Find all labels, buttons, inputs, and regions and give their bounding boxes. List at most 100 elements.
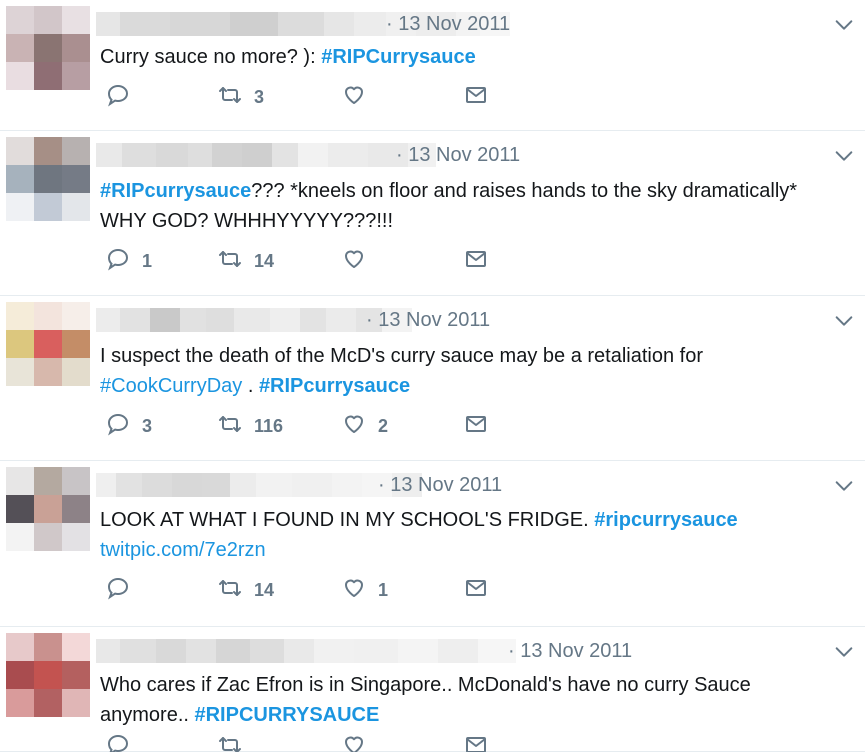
direct-message-button[interactable]: [464, 246, 488, 276]
like-button[interactable]: 2: [342, 411, 388, 441]
reply-button[interactable]: 3: [106, 411, 152, 441]
tweet[interactable]: · 13 Nov 2011 Who cares if Zac Efron is i…: [0, 627, 865, 752]
tweet-text: #RIPcurrysauce??? *kneels on floor and r…: [100, 176, 797, 236]
retweets-count: 3: [254, 86, 265, 107]
reply-icon: [106, 83, 130, 112]
hashtag-link[interactable]: #CookCurryDay: [100, 375, 242, 397]
avatar[interactable]: [6, 633, 90, 717]
reply-icon: [106, 576, 130, 605]
envelope-icon: [464, 247, 488, 276]
tweet-text-line: I suspect the death of the McD's curry s…: [100, 341, 703, 371]
replies-count: 3: [142, 415, 153, 436]
tweet-text: I suspect the death of the McD's curry s…: [100, 341, 703, 401]
tweet-date[interactable]: · 13 Nov 2011: [378, 473, 502, 497]
reply-button[interactable]: [106, 82, 142, 112]
direct-message-button[interactable]: [464, 575, 488, 605]
hashtag-link[interactable]: #RIPcurrysauce: [100, 180, 251, 202]
like-button[interactable]: [342, 732, 378, 752]
hashtag-link[interactable]: #RIPCurrysauce: [321, 46, 476, 68]
retweet-button[interactable]: 116: [218, 411, 283, 441]
direct-message-button[interactable]: [464, 411, 488, 441]
reply-button[interactable]: [106, 732, 142, 752]
reply-button[interactable]: 1: [106, 246, 152, 276]
tweet-date[interactable]: · 13 Nov 2011: [386, 12, 510, 36]
tweet-actions: 3 116 2: [100, 411, 520, 441]
tweet-text-line: #RIPcurrysauce??? *kneels on floor and r…: [100, 176, 797, 206]
tweet-text-line: Who cares if Zac Efron is in Singapore..…: [100, 670, 751, 700]
tweet-text-segment: ??? *kneels on floor and raises hands to…: [251, 180, 798, 202]
reply-button[interactable]: [106, 575, 142, 605]
direct-message-button[interactable]: [464, 82, 488, 112]
tweet-text-line: twitpic.com/7e2rzn: [100, 535, 738, 565]
tweet-date[interactable]: · 13 Nov 2011: [396, 143, 520, 167]
heart-icon: [342, 576, 366, 605]
replies-count: 1: [142, 250, 153, 271]
tweet[interactable]: · 13 Nov 2011 Curry sauce no more? ): #RI…: [0, 0, 865, 131]
like-button[interactable]: [342, 82, 378, 112]
tweet-actions: 1 14: [100, 246, 520, 276]
retweet-icon: [218, 247, 242, 276]
tweet[interactable]: · 13 Nov 2011 LOOK AT WHAT I FOUND IN MY …: [0, 461, 865, 627]
retweet-button[interactable]: [218, 732, 254, 752]
retweet-button[interactable]: 14: [218, 246, 274, 276]
chevron-down-icon[interactable]: [833, 145, 855, 167]
tweet-actions: 3: [100, 82, 520, 112]
chevron-down-icon[interactable]: [833, 310, 855, 332]
tweet[interactable]: · 13 Nov 2011 #RIPcurrysauce??? *kneels o…: [0, 131, 865, 296]
tweet-text-line: LOOK AT WHAT I FOUND IN MY SCHOOL'S FRID…: [100, 505, 738, 535]
chevron-down-icon[interactable]: [833, 475, 855, 497]
reply-icon: [106, 412, 130, 441]
tweet-text-line: anymore.. #RIPCURRYSAUCE: [100, 700, 751, 730]
user-name-blurred[interactable]: [96, 637, 516, 665]
tweet-text-segment: Who cares if Zac Efron is in Singapore..…: [100, 674, 751, 696]
heart-icon: [342, 247, 366, 276]
retweets-count: 14: [254, 250, 275, 271]
tweet-text: LOOK AT WHAT I FOUND IN MY SCHOOL'S FRID…: [100, 505, 738, 565]
user-name-blurred[interactable]: [96, 306, 412, 334]
heart-icon: [342, 412, 366, 441]
tweet-text-line: #CookCurryDay . #RIPcurrysauce: [100, 371, 703, 401]
retweet-button[interactable]: 3: [218, 82, 264, 112]
tweet-text-line: WHY GOD? WHHHYYYYY???!!!: [100, 206, 797, 236]
retweet-button[interactable]: 14: [218, 575, 274, 605]
tweet-text-segment: LOOK AT WHAT I FOUND IN MY SCHOOL'S FRID…: [100, 509, 595, 531]
heart-icon: [342, 733, 366, 752]
avatar[interactable]: [6, 137, 90, 221]
hashtag-link[interactable]: #ripcurrysauce: [594, 509, 737, 531]
tweet-date[interactable]: · 13 Nov 2011: [366, 308, 490, 332]
like-button[interactable]: [342, 246, 378, 276]
like-button[interactable]: 1: [342, 575, 388, 605]
retweet-icon: [218, 576, 242, 605]
avatar[interactable]: [6, 6, 90, 90]
retweets-count: 116: [254, 415, 284, 436]
tweet-actions: [100, 732, 520, 752]
retweet-icon: [218, 412, 242, 441]
url-link[interactable]: twitpic.com/7e2rzn: [100, 539, 266, 561]
tweet-text-line: Curry sauce no more? ): #RIPCurrysauce: [100, 42, 476, 72]
tweet-date[interactable]: · 13 Nov 2011: [508, 639, 632, 663]
tweet-text: Who cares if Zac Efron is in Singapore..…: [100, 670, 751, 730]
retweets-count: 14: [254, 579, 275, 600]
reply-icon: [106, 247, 130, 276]
tweet-text-segment: anymore..: [100, 704, 195, 726]
avatar[interactable]: [6, 467, 90, 551]
chevron-down-icon[interactable]: [833, 641, 855, 663]
envelope-icon: [464, 576, 488, 605]
reply-icon: [106, 733, 130, 752]
tweet[interactable]: · 13 Nov 2011 I suspect the death of the …: [0, 296, 865, 461]
envelope-icon: [464, 83, 488, 112]
hashtag-link[interactable]: #RIPCURRYSAUCE: [194, 704, 379, 726]
direct-message-button[interactable]: [464, 732, 488, 752]
tweet-text-segment: WHY GOD? WHHHYYYYY???!!!: [100, 210, 394, 232]
tweet-text-segment: I suspect the death of the McD's curry s…: [100, 345, 703, 367]
user-name-blurred[interactable]: [96, 471, 422, 499]
retweet-icon: [218, 83, 242, 112]
likes-count: 2: [378, 415, 389, 436]
envelope-icon: [464, 733, 488, 752]
chevron-down-icon[interactable]: [833, 14, 855, 36]
hashtag-link[interactable]: #RIPcurrysauce: [259, 375, 410, 397]
tweet-text-segment: .: [242, 375, 259, 397]
user-name-blurred[interactable]: [96, 141, 436, 169]
avatar[interactable]: [6, 302, 90, 386]
tweet-actions: 14 1: [100, 575, 520, 605]
